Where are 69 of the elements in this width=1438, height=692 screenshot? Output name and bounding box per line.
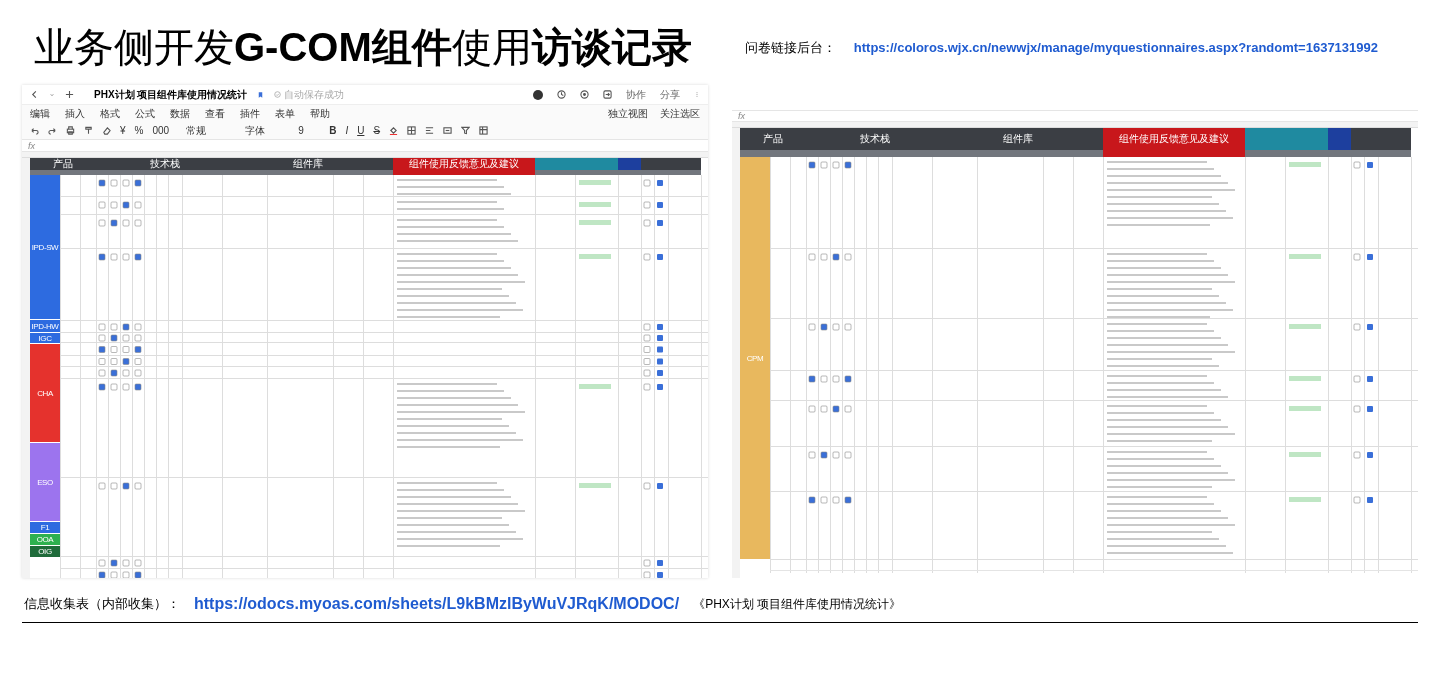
header-cell: 产品 [30, 158, 96, 170]
menu-item[interactable]: 公式 [135, 106, 155, 121]
header-cell: 组件使用反馈意见及建议 [1103, 128, 1245, 150]
footer-label: 信息收集表（内部收集）： [24, 595, 180, 614]
text-style-button[interactable]: U [357, 123, 365, 138]
align-icon[interactable] [425, 126, 435, 135]
slide-title: 业务侧开发G-COM组件使用访谈记录 [34, 24, 692, 71]
survey-link-label: 问卷链接后台： [744, 39, 836, 58]
domain-cell: IPD-SW [30, 175, 60, 320]
redo-icon[interactable] [48, 126, 57, 135]
paint-format-icon[interactable] [84, 126, 93, 135]
fill-color-icon[interactable] [389, 126, 399, 135]
domain-cell: CHA [30, 344, 60, 443]
format-button[interactable]: 000 [152, 123, 170, 138]
menu-item[interactable]: 查看 [205, 106, 225, 121]
save-status: 自动保存成功 [284, 88, 345, 102]
header-cell: 技术栈 [108, 158, 222, 170]
toolbar-button[interactable]: 协作 [626, 87, 646, 102]
domain-cell: CPM [740, 157, 770, 560]
header-cell: 组件库 [222, 158, 393, 170]
header-cell: 产品 [740, 128, 806, 150]
menu-item[interactable]: 编辑 [30, 106, 50, 121]
domain-cell: ESO [30, 443, 60, 522]
history-icon[interactable] [557, 90, 566, 99]
text-style-button[interactable]: I [345, 123, 349, 138]
header-cell: 组件库 [932, 128, 1103, 150]
domain-cell: OOA [30, 534, 60, 546]
sheet-link[interactable]: https://odocs.myoas.com/sheets/L9kBMzlByWuVJRqK/MODOC/ [194, 592, 680, 616]
formula-label: fx [28, 140, 35, 151]
print-icon[interactable] [66, 126, 75, 135]
eraser-icon[interactable] [102, 126, 111, 135]
header-cell: 技术栈 [818, 128, 932, 150]
export-icon[interactable] [603, 90, 612, 99]
sheet-name: 《PHX计划 项目组件库使用情况统计》 [693, 596, 902, 613]
domain-cell: OIG [30, 546, 60, 558]
menu-item[interactable]: 格式 [100, 106, 120, 121]
menu-item[interactable]: 插入 [65, 106, 85, 121]
filter-icon[interactable] [461, 126, 471, 135]
view-menu-item[interactable]: 独立视图 [608, 106, 648, 121]
avatar[interactable] [533, 89, 543, 100]
table-icon[interactable] [479, 126, 489, 135]
menu-item[interactable]: 帮助 [310, 106, 330, 121]
plus-icon[interactable] [65, 90, 74, 99]
menu-item[interactable]: 数据 [170, 106, 190, 121]
view-menu-item[interactable]: 关注选区 [660, 106, 700, 121]
text-style-button[interactable]: S [373, 123, 381, 138]
text-style-button[interactable]: B [329, 123, 337, 138]
formula-label: fx [738, 111, 745, 121]
back-icon[interactable] [30, 90, 39, 99]
document-title: PHX计划 项目组件库使用情况统计 [94, 88, 248, 102]
font-dropdown[interactable]: 字体 [245, 123, 290, 138]
target-icon[interactable] [580, 90, 589, 99]
menu-item[interactable]: 表单 [275, 106, 295, 121]
domain-cell: IGC [30, 333, 60, 344]
toolbar-button[interactable]: 分享 [660, 87, 680, 102]
domain-cell: F1 [30, 522, 60, 534]
borders-icon[interactable] [407, 126, 417, 135]
undo-icon[interactable] [30, 126, 39, 135]
header-cell: 组件使用反馈意见及建议 [393, 158, 535, 170]
survey-link[interactable]: https://coloros.wjx.cn/newwjx/manage/myquestionnaires.aspx?randomt=1637131992 [853, 38, 1378, 58]
format-button[interactable]: % [134, 123, 144, 138]
bookmark-icon[interactable] [257, 90, 265, 99]
domain-cell: IPD-HW [30, 320, 60, 333]
format-button[interactable]: ¥ [120, 123, 126, 138]
merge-icon[interactable] [443, 126, 453, 135]
font-size-dropdown[interactable]: 9 [298, 123, 321, 138]
menu-item[interactable]: 插件 [240, 106, 260, 121]
number-format-dropdown[interactable]: 常规 [186, 123, 237, 138]
check-circle-icon [274, 91, 282, 98]
